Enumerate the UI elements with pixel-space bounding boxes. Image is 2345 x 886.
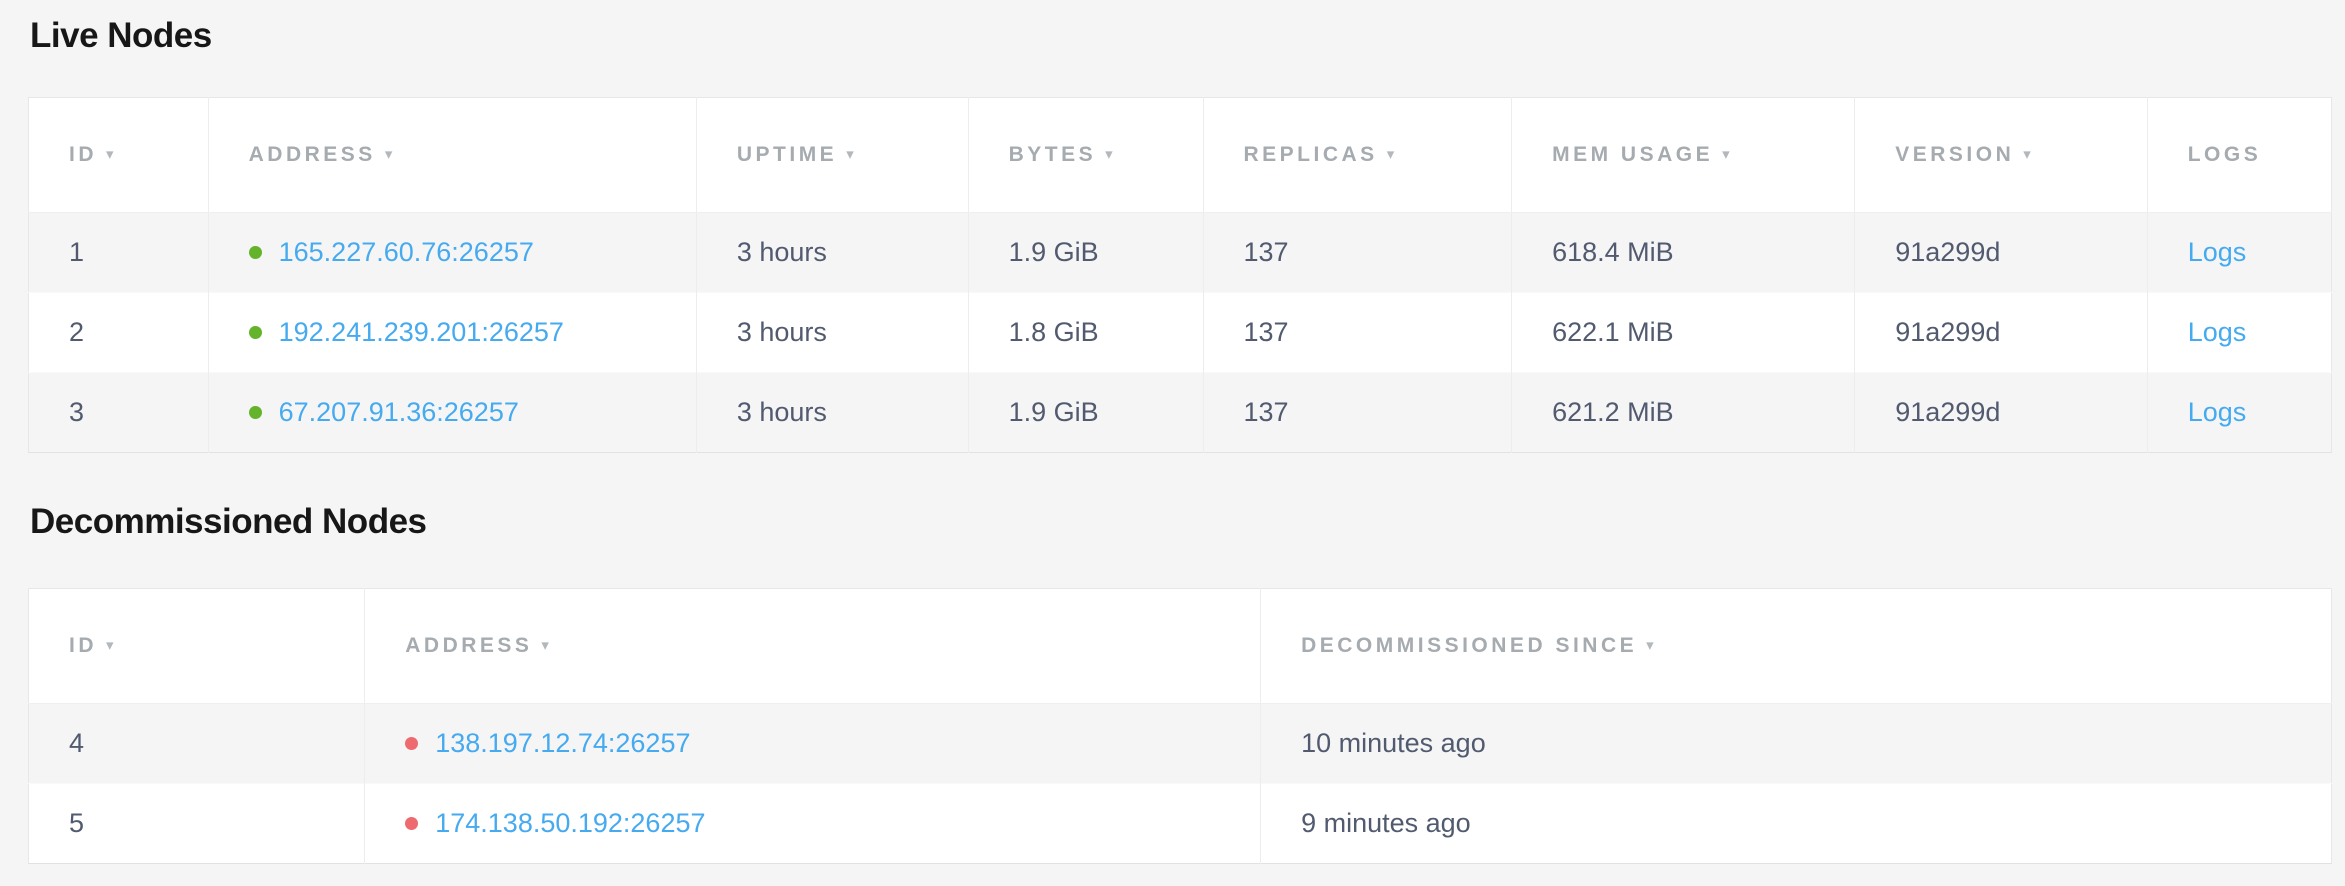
column-header-label: BYTES (1009, 143, 1097, 166)
live-nodes-table: ID ▾ ADDRESS ▾ UPTIME ▾ BYTES ▾ REPLICAS ▾ ME… (28, 97, 2332, 453)
decommissioned-status-icon (405, 817, 418, 830)
node-id-cell: 4 (29, 704, 365, 784)
node-uptime-cell: 3 hours (696, 293, 968, 373)
nodes-page: Live Nodes ID ▾ ADDRESS ▾ UPTIME ▾ BYTES ▾ R… (0, 0, 2345, 864)
live-status-icon (249, 406, 262, 419)
live-status-icon (249, 246, 262, 259)
node-address-cell: 192.241.239.201:26257 (208, 293, 696, 373)
node-address-link[interactable]: 138.197.12.74:26257 (435, 728, 690, 758)
logs-link[interactable]: Logs (2188, 317, 2247, 347)
node-mem-usage-cell: 621.2 MiB (1512, 373, 1855, 453)
column-header-version[interactable]: VERSION ▾ (1855, 98, 2147, 213)
column-header-replicas[interactable]: REPLICAS ▾ (1203, 98, 1512, 213)
column-header-label: ID (69, 634, 97, 657)
node-bytes-cell: 1.9 GiB (968, 213, 1203, 293)
live-nodes-header-row: ID ▾ ADDRESS ▾ UPTIME ▾ BYTES ▾ REPLICAS ▾ ME… (29, 98, 2332, 213)
sort-arrow-icon: ▾ (1646, 637, 1654, 654)
sort-arrow-icon: ▾ (846, 146, 854, 163)
sort-arrow-icon: ▾ (1105, 146, 1113, 163)
column-header-uptime[interactable]: UPTIME ▾ (696, 98, 968, 213)
node-version-cell: 91a299d (1855, 293, 2147, 373)
decommissioned-since-cell: 10 minutes ago (1261, 704, 2332, 784)
column-header-label: ID (69, 143, 97, 166)
node-mem-usage-cell: 618.4 MiB (1512, 213, 1855, 293)
node-mem-usage-cell: 622.1 MiB (1512, 293, 1855, 373)
node-logs-cell: Logs (2147, 213, 2331, 293)
decommissioned-nodes-header-row: ID ▾ ADDRESS ▾ DECOMMISSIONED SINCE ▾ (29, 589, 2332, 704)
sort-arrow-icon: ▾ (1722, 146, 1730, 163)
node-id-cell: 5 (29, 784, 365, 864)
node-replicas-cell: 137 (1203, 293, 1512, 373)
column-header-label: REPLICAS (1244, 143, 1378, 166)
column-header-id[interactable]: ID ▾ (29, 98, 209, 213)
column-header-label: ADDRESS (405, 634, 532, 657)
logs-link[interactable]: Logs (2188, 237, 2247, 267)
column-header-label: VERSION (1895, 143, 2014, 166)
column-header-bytes[interactable]: BYTES ▾ (968, 98, 1203, 213)
live-status-icon (249, 326, 262, 339)
sort-arrow-icon: ▾ (541, 637, 549, 654)
node-address-cell: 67.207.91.36:26257 (208, 373, 696, 453)
node-replicas-cell: 137 (1203, 373, 1512, 453)
node-address-link[interactable]: 165.227.60.76:26257 (279, 237, 534, 267)
node-replicas-cell: 137 (1203, 213, 1512, 293)
decommissioned-status-icon (405, 737, 418, 750)
column-header-label: LOGS (2188, 143, 2262, 166)
sort-arrow-icon: ▾ (1387, 146, 1395, 163)
node-address-cell: 174.138.50.192:26257 (365, 784, 1261, 864)
table-row: 2 192.241.239.201:26257 3 hours 1.8 GiB … (29, 293, 2332, 373)
column-header-address[interactable]: ADDRESS ▾ (365, 589, 1261, 704)
column-header-id[interactable]: ID ▾ (29, 589, 365, 704)
table-row: 3 67.207.91.36:26257 3 hours 1.9 GiB 137… (29, 373, 2332, 453)
column-header-label: UPTIME (737, 143, 837, 166)
node-address-link[interactable]: 174.138.50.192:26257 (435, 808, 705, 838)
node-id-cell: 3 (29, 373, 209, 453)
column-header-label: ADDRESS (249, 143, 376, 166)
table-row: 5 174.138.50.192:26257 9 minutes ago (29, 784, 2332, 864)
node-address-link[interactable]: 67.207.91.36:26257 (279, 397, 519, 427)
decommissioned-nodes-table: ID ▾ ADDRESS ▾ DECOMMISSIONED SINCE ▾ 4 138… (28, 588, 2332, 864)
node-logs-cell: Logs (2147, 373, 2331, 453)
sort-arrow-icon: ▾ (385, 146, 393, 163)
table-row: 1 165.227.60.76:26257 3 hours 1.9 GiB 13… (29, 213, 2332, 293)
node-id-cell: 2 (29, 293, 209, 373)
node-uptime-cell: 3 hours (696, 373, 968, 453)
node-address-link[interactable]: 192.241.239.201:26257 (279, 317, 564, 347)
sort-arrow-icon: ▾ (106, 146, 114, 163)
node-logs-cell: Logs (2147, 293, 2331, 373)
node-uptime-cell: 3 hours (696, 213, 968, 293)
column-header-mem-usage[interactable]: MEM USAGE ▾ (1512, 98, 1855, 213)
column-header-logs: LOGS (2147, 98, 2331, 213)
node-address-cell: 165.227.60.76:26257 (208, 213, 696, 293)
node-id-cell: 1 (29, 213, 209, 293)
node-address-cell: 138.197.12.74:26257 (365, 704, 1261, 784)
decommissioned-nodes-title: Decommissioned Nodes (28, 502, 2332, 542)
node-version-cell: 91a299d (1855, 213, 2147, 293)
live-nodes-title: Live Nodes (28, 16, 2332, 56)
column-header-label: DECOMMISSIONED SINCE (1301, 634, 1637, 657)
node-version-cell: 91a299d (1855, 373, 2147, 453)
column-header-address[interactable]: ADDRESS ▾ (208, 98, 696, 213)
node-bytes-cell: 1.8 GiB (968, 293, 1203, 373)
decommissioned-since-cell: 9 minutes ago (1261, 784, 2332, 864)
table-row: 4 138.197.12.74:26257 10 minutes ago (29, 704, 2332, 784)
node-bytes-cell: 1.9 GiB (968, 373, 1203, 453)
column-header-decommissioned-since[interactable]: DECOMMISSIONED SINCE ▾ (1261, 589, 2332, 704)
logs-link[interactable]: Logs (2188, 397, 2247, 427)
sort-arrow-icon: ▾ (106, 637, 114, 654)
sort-arrow-icon: ▾ (2023, 146, 2031, 163)
column-header-label: MEM USAGE (1552, 143, 1713, 166)
